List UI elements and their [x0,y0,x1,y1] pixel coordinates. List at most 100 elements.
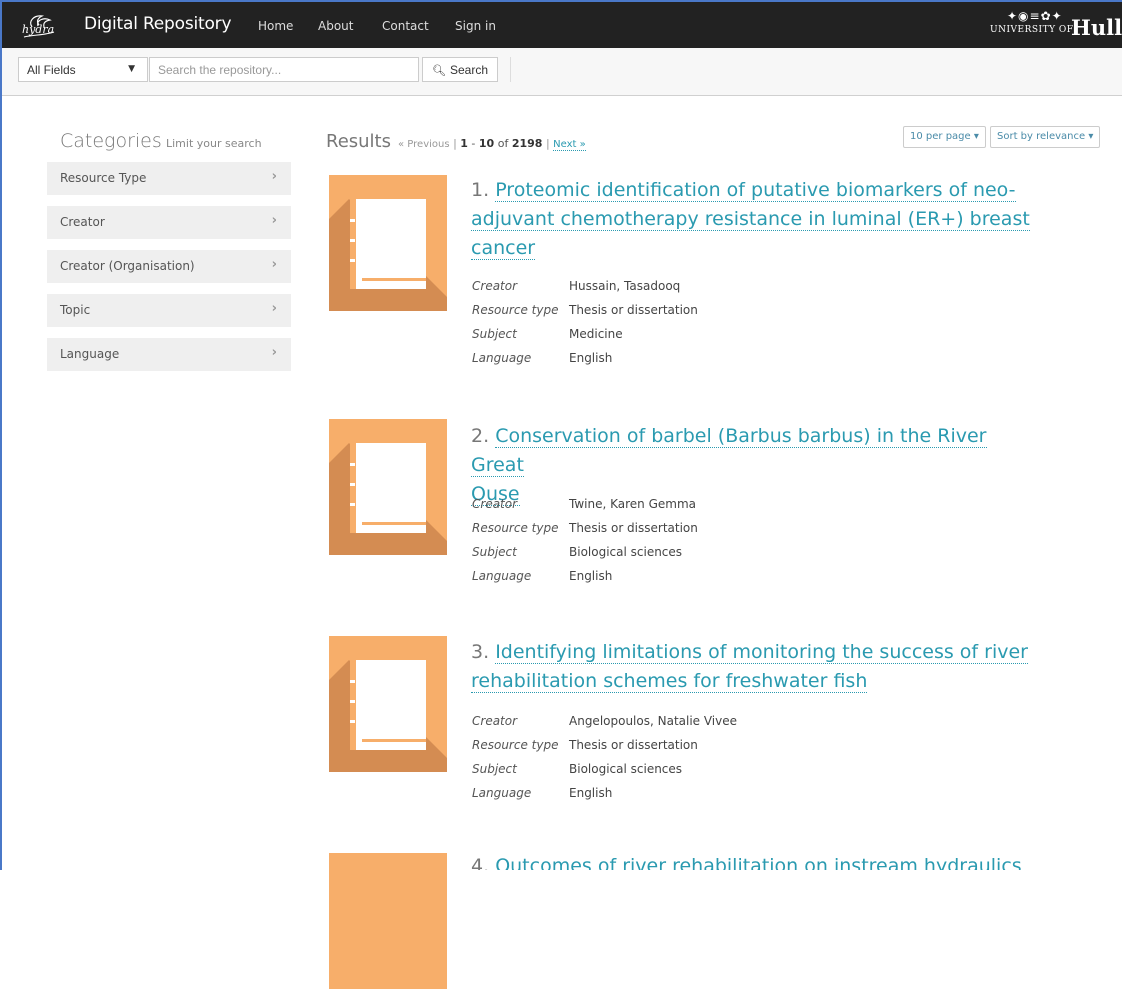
thumbnail-ring [350,259,355,262]
chevron-right-icon: › [271,169,277,184]
thumbnail-page [350,660,426,750]
thumbnail-line [362,278,426,281]
meta-label-creator: Creator [472,497,518,511]
thumbnail-ring [350,463,355,466]
meta-value-creator: Hussain, Tasadooq [569,279,681,293]
nav-about[interactable]: About [318,19,353,33]
meta-label-language: Language [472,786,532,800]
result-number: 3. [471,641,490,663]
result-title-line[interactable]: rehabilitation schemes for freshwater fi… [471,670,868,693]
thumbnail-ring [350,483,355,486]
categories-subtitle: Limit your search [166,137,262,150]
sort-label: Sort by relevance [997,131,1086,142]
nav-home[interactable]: Home [258,19,293,33]
chevron-right-icon: › [271,213,277,228]
per-page-label: 10 per page [910,131,971,142]
facet-label: Topic [60,303,91,317]
thumbnail-page [350,443,426,533]
meta-value-resource-type: Thesis or dissertation [569,738,698,752]
meta-label-subject: Subject [472,327,517,341]
next-link[interactable]: Next » [553,139,586,151]
facet-label: Creator [60,215,105,229]
per-page-dropdown[interactable]: 10 per page ▾ [903,126,986,148]
result-title-line[interactable]: Conservation of barbel (Barbus barbus) i… [471,425,987,477]
results-title: Results [326,131,391,152]
university-logo-text[interactable]: Hull [1071,15,1122,40]
facet-creator-organisation[interactable]: Creator (Organisation) › [47,250,291,283]
hydra-logo[interactable]: hydra [18,13,58,39]
result-title[interactable]: 1. Proteomic identification of putative … [471,176,1031,263]
meta-value-language: English [569,569,613,583]
result-title-line[interactable]: Proteomic identification of putative bio… [495,179,1016,202]
thumbnail-ring [350,219,355,222]
facet-topic[interactable]: Topic › [47,294,291,327]
range-start: 1 [460,137,468,150]
facet-creator[interactable]: Creator › [47,206,291,239]
separator: | [545,137,550,150]
categories-title: Categories [60,130,162,152]
search-bar: All Fields ▼ 🔍︎Search [2,48,1122,96]
search-button-label: Search [449,62,488,77]
results-range: 1 - 10 of 2198 [460,137,542,150]
result-number: 1. [471,179,490,201]
thumbnail-line [362,739,426,742]
search-button[interactable]: 🔍︎ Search [422,57,498,82]
search-icon: 🔍︎ [432,64,446,77]
result-title[interactable]: 2. Conservation of barbel (Barbus barbus… [471,422,1031,509]
caret-down-icon: ▾ [1088,131,1094,142]
site-brand[interactable]: Digital Repository [84,14,232,34]
nav-contact[interactable]: Contact [382,19,429,33]
result-number: 2. [471,425,490,447]
document-thumbnail-icon[interactable] [329,419,447,555]
thumbnail-binding [350,199,356,289]
result-title[interactable]: 4. Outcomes of river rehabilitation on i… [471,852,1031,870]
result-title-line[interactable]: adjuvant chemotherapy resistance in lumi… [471,208,1030,231]
range-end: 10 [478,137,495,150]
meta-label-creator: Creator [472,714,518,728]
facet-language[interactable]: Language › [47,338,291,371]
meta-value-resource-type: Thesis or dissertation [569,521,698,535]
thumbnail-page [350,199,426,289]
chevron-right-icon: › [271,345,277,360]
document-thumbnail-icon[interactable] [329,636,447,772]
thumbnail-ring [350,680,355,683]
meta-label-resource-type: Resource type [472,738,559,752]
hydra-logo-text: hydra [22,23,55,36]
chevron-right-icon: › [271,257,277,272]
result-title-line[interactable]: Outcomes of river rehabilitation on inst… [471,855,1022,870]
facet-label: Language [60,347,120,361]
university-crest-icon: ✦◉≡✿✦ [1007,9,1063,23]
result-title[interactable]: 3. Identifying limitations of monitoring… [471,638,1031,696]
thumbnail-ring [350,239,355,242]
meta-label-subject: Subject [472,545,517,559]
meta-value-subject: Medicine [569,327,623,341]
university-logo-small-text: UNIVERSITY OF [990,25,1074,35]
meta-value-creator: Twine, Karen Gemma [569,497,697,511]
result-number: 4. [471,855,490,870]
result-title-line[interactable]: Identifying limitations of monitoring th… [495,641,1028,664]
facet-resource-type[interactable]: Resource Type › [47,162,291,195]
thumbnail-ring [350,700,355,703]
meta-label-language: Language [472,351,532,365]
separator: | [453,137,457,150]
facet-label: Creator (Organisation) [60,259,195,273]
sort-dropdown[interactable]: Sort by relevance ▾ [990,126,1101,148]
nav-sign-in[interactable]: Sign in [455,19,496,33]
results-total: 2198 [511,137,543,150]
document-thumbnail-icon[interactable] [329,175,447,311]
document-thumbnail-icon[interactable] [329,853,447,989]
meta-label-resource-type: Resource type [472,303,559,317]
meta-value-language: English [569,786,613,800]
facet-label: Resource Type [60,171,147,185]
search-field-select[interactable]: All Fields ▼ [18,57,148,82]
chevron-right-icon: › [271,301,277,316]
meta-value-creator: Angelopoulos, Natalie Vivee [569,714,738,728]
thumbnail-binding [350,443,356,533]
thumbnail-ring [350,503,355,506]
meta-label-subject: Subject [472,762,517,776]
result-title-line[interactable]: cancer [471,237,536,260]
search-field-selected: All Fields [27,63,76,77]
meta-value-subject: Biological sciences [569,762,683,776]
search-input[interactable] [149,57,419,82]
meta-label-language: Language [472,569,532,583]
